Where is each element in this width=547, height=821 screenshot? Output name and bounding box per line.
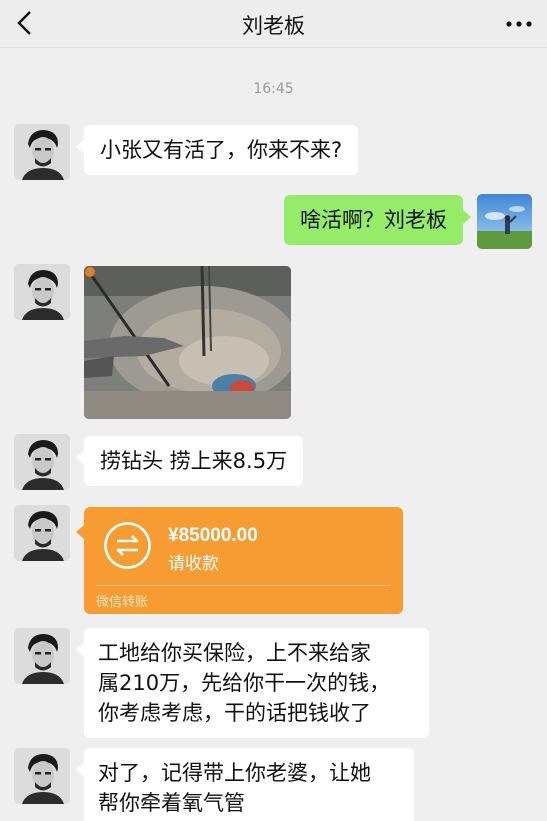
photo-image [84, 266, 291, 419]
message-bubble[interactable]: 捞钻头 捞上来8.5万 [75, 436, 304, 486]
more-dots-icon[interactable] [505, 20, 533, 28]
message-line: 帮你牵着氧气管 [98, 791, 245, 815]
divider [96, 585, 391, 586]
message-bubble[interactable]: 对了，记得带上你老婆，让她 帮你牵着氧气管 [76, 748, 414, 821]
person-avatar-icon [14, 264, 70, 320]
transfer-footer: 微信转账 [96, 595, 149, 610]
transfer-amount: ¥85000.00 [168, 525, 258, 546]
sender-avatar[interactable] [14, 124, 70, 180]
person-avatar-icon [14, 124, 70, 180]
message-timestamp: 16:45 [253, 81, 294, 97]
message-bubble[interactable]: 小张又有活了，你来不来? [75, 125, 359, 175]
transfer-card[interactable]: ¥85000.00 请收款 微信转账 [76, 507, 403, 614]
message-text: 捞钻头 捞上来8.5万 [100, 449, 288, 473]
transfer-note: 请收款 [168, 554, 219, 574]
landscape-avatar-icon [477, 194, 532, 249]
person-avatar-icon [14, 505, 70, 561]
sender-avatar[interactable] [14, 264, 70, 320]
chat-header: 刘老板 [0, 0, 547, 48]
sender-avatar[interactable] [14, 628, 70, 684]
sender-avatar[interactable] [14, 505, 70, 561]
message-line: 对了，记得带上你老婆，让她 [98, 761, 371, 785]
message-line: 你考虑考虑，干的话把钱收了 [98, 701, 371, 725]
person-avatar-icon [14, 748, 70, 804]
message-line: 工地给你买保险，上不来给家 [98, 641, 371, 665]
person-avatar-icon [14, 434, 70, 490]
message-line: 属210万，先给你干一次的钱， [98, 671, 391, 695]
drill-site-photo[interactable] [84, 266, 291, 419]
message-bubble[interactable]: 工地给你买保险，上不来给家 属210万，先给你干一次的钱， 你考虑考虑，干的话把… [76, 628, 429, 738]
message-text: 小张又有活了，你来不来? [100, 138, 343, 162]
sender-avatar[interactable] [14, 748, 70, 804]
sender-avatar[interactable] [14, 434, 70, 490]
my-avatar[interactable] [477, 194, 532, 249]
transfer-arrows-icon [104, 522, 151, 569]
my-message-bubble[interactable]: 啥活啊？刘老板 [284, 195, 471, 245]
message-text: 啥活啊？刘老板 [300, 208, 447, 232]
chat-title: 刘老板 [242, 14, 305, 38]
person-avatar-icon [14, 628, 70, 684]
